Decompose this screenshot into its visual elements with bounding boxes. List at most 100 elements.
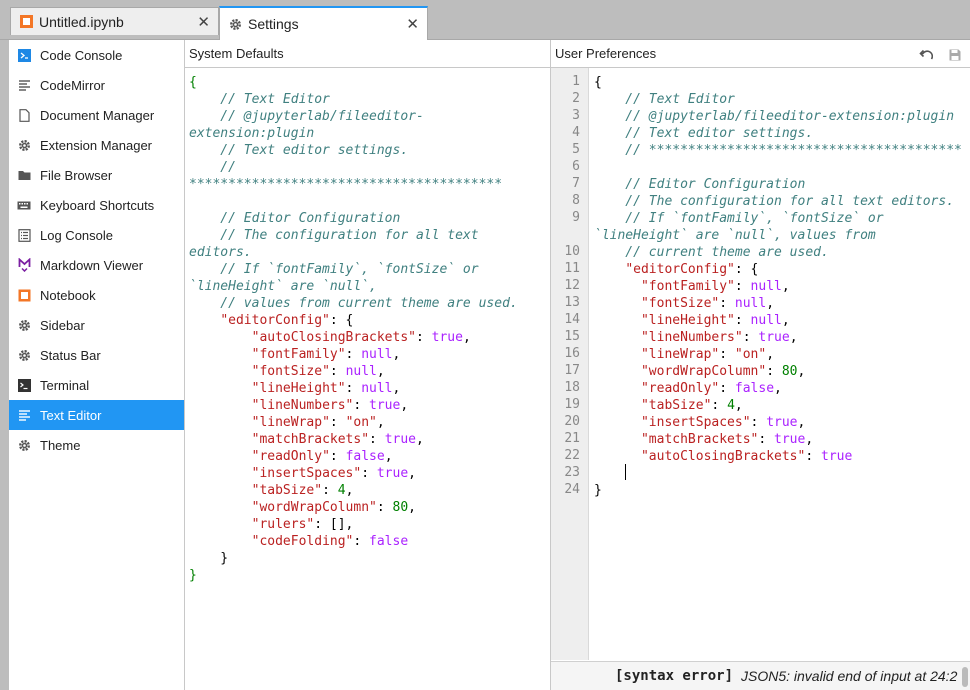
code-token: "editorConfig" [220, 313, 330, 328]
code-token: , [400, 398, 409, 413]
tab-untitled-notebook[interactable]: Untitled.ipynb ✕ [10, 7, 219, 35]
code-token: "insertSpaces" [640, 415, 751, 430]
code-token: true [384, 432, 416, 447]
tab-label: Settings [248, 16, 299, 32]
code-token: "fontFamily" [251, 347, 346, 362]
sidebar-item-label: Theme [40, 437, 81, 453]
line-number: 11 [564, 261, 580, 276]
sidebar-item-label: Keyboard Shortcuts [40, 197, 155, 213]
sidebar-item-codemirror[interactable]: CodeMirror [9, 70, 184, 100]
sidebar-item-extension-manager[interactable]: Extension Manager [9, 130, 184, 160]
code-token: "matchBrackets" [640, 432, 759, 447]
sidebar-item-status-bar[interactable]: Status Bar [9, 340, 184, 370]
sidebar-item-label: Notebook [40, 287, 96, 303]
code-line: "editorConfig": { [189, 312, 518, 329]
code-token: : [369, 432, 385, 447]
document-icon [17, 108, 31, 122]
code-token: , [766, 347, 775, 362]
code-token: : { [734, 262, 759, 277]
code-line: } [594, 482, 962, 499]
code-token: "readOnly" [251, 449, 330, 464]
code-token: , [789, 330, 798, 345]
line-number: 7 [572, 176, 580, 191]
code-line: "rulers": [], [189, 516, 518, 533]
code-token: // The configuration for all text editor… [594, 194, 955, 209]
undo-icon[interactable] [918, 47, 934, 63]
code-token: : [361, 466, 377, 481]
code-line: // *************************************… [594, 142, 962, 159]
code-line: // [189, 159, 518, 176]
code-line: "lineNumbers": true, [594, 329, 962, 346]
code-token: false [369, 534, 409, 549]
sidebar-item-keyboard-shortcuts[interactable]: Keyboard Shortcuts [9, 190, 184, 220]
sidebar-item-log-console[interactable]: Log Console [9, 220, 184, 250]
code-token: "insertSpaces" [251, 466, 362, 481]
code-line: "insertSpaces": true, [594, 414, 962, 431]
code-token: "autoClosingBrackets" [251, 330, 416, 345]
code-token: , [392, 381, 401, 396]
line-number: 1 [572, 74, 580, 89]
scrollbar-handle[interactable] [962, 667, 968, 687]
code-line: // The configuration for all text [189, 227, 518, 244]
code-token: // *************************************… [594, 143, 962, 158]
sidebar-item-document-manager[interactable]: Document Manager [9, 100, 184, 130]
code-token: null [750, 313, 782, 328]
code-token: // Text editor settings. [594, 126, 814, 141]
code-token: "lineWrap" [251, 415, 330, 430]
sidebar-item-terminal[interactable]: Terminal [9, 370, 184, 400]
code-token: : [719, 296, 735, 311]
save-icon[interactable] [947, 47, 963, 63]
sidebar-item-theme[interactable]: Theme [9, 430, 184, 460]
code-token: , [384, 449, 393, 464]
sidebar-item-label: Text Editor [40, 407, 102, 423]
code-line: "matchBrackets": true, [189, 431, 518, 448]
code-token: , [392, 347, 401, 362]
code-token: "on" [345, 415, 377, 430]
code-token: "fontSize" [251, 364, 330, 379]
code-token: "tabSize" [640, 398, 712, 413]
sidebar-item-code-console[interactable]: Code Console [9, 40, 184, 70]
tab-label: Untitled.ipynb [39, 13, 124, 30]
user-preferences-editor[interactable]: { // Text Editor // @jupyterlab/fileedit… [594, 74, 962, 499]
code-token: `lineHeight` are `null`, values from [594, 228, 876, 243]
code-token: "codeFolding" [251, 534, 354, 549]
close-icon[interactable]: ✕ [197, 13, 210, 31]
line-number: 13 [564, 295, 580, 310]
code-token: : [750, 415, 767, 430]
user-preferences-panel: User Preferences 1 2 3 4 5 6 7 8 9 10 11 12 13 14 15 16… [551, 40, 970, 690]
code-token: : [329, 364, 346, 379]
code-line: "lineHeight": null, [594, 312, 962, 329]
code-token: , [734, 398, 743, 413]
code-token: 80 [392, 500, 409, 515]
code-line: { [189, 74, 518, 91]
code-line: } [189, 550, 518, 567]
tab-settings[interactable]: Settings ✕ [219, 6, 428, 40]
code-token: // @jupyterlab/fileeditor-extension:plug… [594, 109, 955, 124]
code-token: extension:plugin [189, 126, 315, 141]
code-line: "fontSize": null, [594, 295, 962, 312]
code-token: , [774, 381, 782, 396]
sidebar-item-notebook[interactable]: Notebook [9, 280, 184, 310]
code-token: // Text editor settings. [189, 143, 409, 158]
code-token: { [189, 75, 197, 90]
code-token: "autoClosingBrackets" [640, 449, 806, 464]
code-token: : [734, 313, 751, 328]
code-token: "lineHeight" [640, 313, 735, 328]
line-number: 2 [572, 91, 580, 106]
code-token: // If `fontFamily`, `fontSize` or [594, 211, 884, 226]
sidebar-item-text-editor[interactable]: Text Editor [9, 400, 184, 430]
notebook-icon [19, 15, 33, 29]
code-token: , [781, 313, 790, 328]
code-token: "matchBrackets" [251, 432, 370, 447]
code-line: "lineNumbers": true, [189, 397, 518, 414]
code-token: : [], [314, 517, 354, 532]
sidebar-item-sidebar[interactable]: Sidebar [9, 310, 184, 340]
sidebar-item-markdown-viewer[interactable]: Markdown Viewer [9, 250, 184, 280]
sidebar-item-file-browser[interactable]: File Browser [9, 160, 184, 190]
close-icon[interactable]: ✕ [406, 15, 419, 33]
sidebar-item-label: Markdown Viewer [40, 257, 144, 273]
code-line: } [189, 567, 518, 584]
